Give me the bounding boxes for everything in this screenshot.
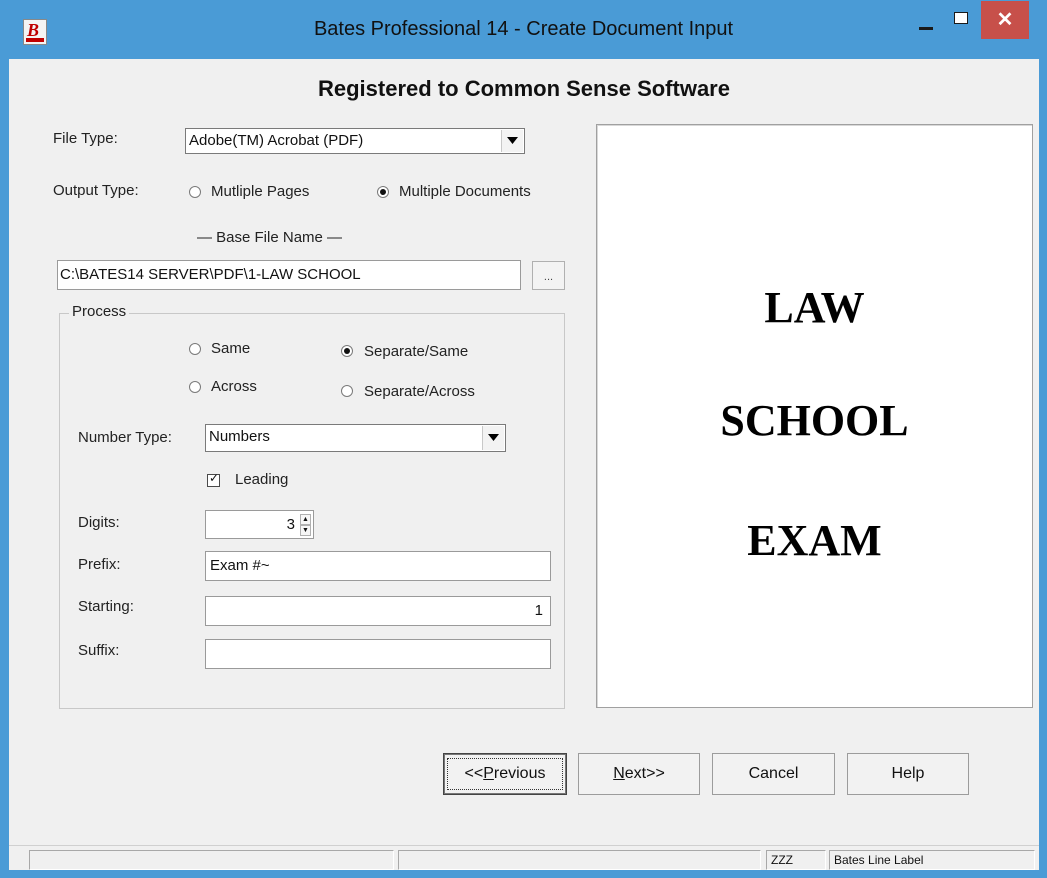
digits-value: 3 (286, 516, 295, 533)
base-file-name-label: — Base File Name — (197, 229, 343, 246)
next-button[interactable]: Next>> (578, 753, 700, 795)
next-mnemonic: N (613, 765, 625, 782)
radio-across[interactable] (189, 381, 201, 393)
radio-same-label[interactable]: Same (211, 340, 250, 357)
chevron-down-icon (488, 434, 499, 441)
suffix-label: Suffix: (78, 642, 120, 659)
process-group-label: Process (69, 303, 130, 320)
prefix-input[interactable]: Exam #~ (205, 551, 551, 581)
base-file-name-input[interactable]: C:\BATES14 SERVER\PDF\1-LAW SCHOOL (57, 260, 521, 290)
previous-rest: revious (493, 765, 546, 782)
radio-separate-same-label[interactable]: Separate/Same (364, 343, 468, 360)
status-pane-4: Bates Line Label (829, 850, 1035, 870)
status-pane-2 (398, 850, 761, 870)
radio-multiple-documents-label[interactable]: Multiple Documents (399, 183, 531, 200)
cancel-button-label: Cancel (748, 765, 799, 782)
radio-separate-same[interactable] (341, 345, 353, 357)
browse-button-label: ... (543, 271, 554, 283)
leading-label[interactable]: Leading (235, 471, 288, 488)
digits-spin-down[interactable]: ▼ (300, 525, 311, 536)
file-type-select[interactable]: Adobe(TM) Acrobat (PDF) (185, 128, 525, 154)
file-type-dropdown-button[interactable] (501, 130, 523, 152)
spin-up-icon: ▲ (302, 516, 309, 523)
radio-separate-across[interactable] (341, 385, 353, 397)
digits-spin-up[interactable]: ▲ (300, 514, 311, 525)
previous-prefix: << (464, 765, 484, 782)
digits-input[interactable]: 3 ▲ ▼ (205, 510, 314, 539)
minimize-button[interactable] (905, 1, 945, 39)
label-preview-panel: LAW SCHOOL EXAM (596, 124, 1033, 708)
leading-checkbox[interactable]: ✓ (207, 471, 220, 487)
prefix-value: Exam #~ (210, 557, 270, 574)
browse-button[interactable]: ... (532, 261, 565, 290)
radio-same[interactable] (189, 343, 201, 355)
starting-input[interactable]: 1 (205, 596, 551, 626)
starting-label: Starting: (78, 598, 134, 615)
dialog-client-area: Registered to Common Sense Software File… (9, 59, 1039, 870)
base-file-name-value: C:\BATES14 SERVER\PDF\1-LAW SCHOOL (60, 266, 361, 283)
file-type-label: File Type: (53, 130, 118, 147)
previous-button[interactable]: <<Previous (443, 753, 567, 795)
radio-across-label[interactable]: Across (211, 378, 257, 395)
window-title: Bates Professional 14 - Create Document … (313, 18, 734, 40)
number-type-select[interactable]: Numbers (205, 424, 506, 452)
app-window: B Bates Professional 14 - Create Documen… (0, 0, 1047, 878)
starting-value: 1 (534, 602, 543, 619)
maximize-icon (954, 12, 968, 24)
help-button[interactable]: Help (847, 753, 969, 795)
spin-down-icon: ▼ (302, 527, 309, 534)
number-type-label: Number Type: (78, 429, 172, 446)
prefix-label: Prefix: (78, 556, 121, 573)
number-type-dropdown-button[interactable] (482, 426, 504, 450)
title-bar[interactable]: B Bates Professional 14 - Create Documen… (1, 1, 1046, 59)
minimize-icon (919, 27, 933, 30)
radio-multiple-documents[interactable] (377, 186, 389, 198)
cancel-button[interactable]: Cancel (712, 753, 835, 795)
status-pane-1 (29, 850, 394, 870)
checkmark-icon: ✓ (209, 471, 220, 485)
radio-multiple-pages-label[interactable]: Mutliple Pages (211, 183, 309, 200)
radio-multiple-pages[interactable] (189, 186, 201, 198)
previous-button-label: <<Previous (465, 765, 546, 782)
preview-line-3: EXAM (747, 516, 882, 565)
close-icon: ✕ (996, 9, 1014, 31)
output-type-label: Output Type: (53, 182, 139, 199)
file-type-value: Adobe(TM) Acrobat (PDF) (189, 132, 364, 149)
preview-line-1: LAW (764, 283, 865, 332)
status-bar: ZZZ Bates Line Label (9, 845, 1039, 870)
next-rest: ext>> (624, 765, 665, 782)
registration-heading: Registered to Common Sense Software (318, 76, 730, 101)
status-pane-3: ZZZ (766, 850, 826, 870)
next-button-label: Next>> (613, 765, 665, 782)
maximize-button[interactable] (945, 1, 975, 39)
preview-line-2: SCHOOL (720, 396, 909, 445)
help-button-label: Help (891, 765, 925, 782)
number-type-value: Numbers (209, 428, 270, 445)
digits-label: Digits: (78, 514, 120, 531)
chevron-down-icon (507, 137, 518, 144)
close-button[interactable]: ✕ (981, 1, 1029, 39)
previous-mnemonic: P (483, 765, 494, 782)
suffix-input[interactable] (205, 639, 551, 669)
radio-separate-across-label[interactable]: Separate/Across (364, 383, 475, 400)
